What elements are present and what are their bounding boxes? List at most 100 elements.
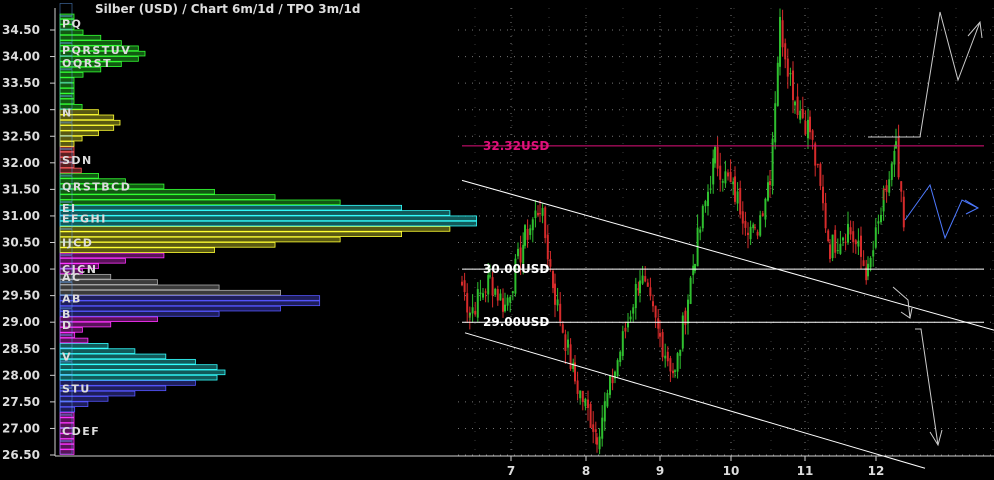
candle-body (657, 318, 660, 329)
candle-body (556, 299, 559, 306)
candle-body (482, 293, 484, 298)
candle-body (874, 227, 877, 248)
candle-body (669, 358, 672, 372)
tpo-profile-row (59, 199, 341, 206)
tpo-letter-row: N (62, 106, 73, 119)
candle-body (764, 198, 767, 220)
y-tick-label: 26.50 (2, 448, 40, 462)
candle-body (890, 163, 893, 180)
candle-body (476, 289, 479, 318)
candle-body (666, 351, 669, 362)
candle-body (729, 171, 732, 183)
candle-body (681, 315, 684, 349)
candle-body (576, 380, 579, 394)
candle-body (714, 146, 716, 164)
candle-body (506, 297, 509, 306)
tpo-letter-row: STU (62, 383, 91, 396)
candle-body (784, 43, 787, 60)
tpo-letter-row: AB (62, 292, 82, 305)
tpo-letter-row: AC (62, 271, 82, 284)
candle-body (877, 221, 880, 224)
candle-body (517, 248, 519, 257)
y-tick-label: 34.00 (2, 50, 40, 64)
candle-body (699, 229, 702, 233)
candle-body (847, 223, 849, 243)
candle-body (569, 344, 572, 369)
candle-body (849, 227, 852, 235)
candle-body (544, 207, 547, 239)
candle-body (789, 72, 792, 75)
candle-body (888, 179, 891, 193)
y-tick-label: 33.00 (2, 103, 40, 117)
y-tick-label: 31.00 (2, 209, 40, 223)
candle-body (474, 310, 477, 315)
tpo-profile-row (59, 374, 218, 381)
candle-body (531, 219, 534, 231)
candle-body (781, 20, 784, 48)
candle-body (872, 250, 875, 257)
candle-body (704, 201, 707, 207)
candle-body (634, 283, 637, 309)
tpo-profile-row (59, 194, 276, 200)
tpo-profile-row (59, 215, 477, 222)
projection-mid-arrow (904, 183, 979, 240)
candle-body (880, 215, 882, 223)
candle-body (646, 282, 649, 287)
candle-body (804, 120, 807, 135)
price-chart[interactable]: 26.50 27.00 27.50 28.00 28.50 29.00 29.50 30.00… (0, 0, 994, 480)
candle-body (869, 257, 872, 268)
candle-body (736, 191, 739, 204)
tpo-profile-row (59, 130, 99, 137)
tpo-letter-row: OQRST (62, 57, 112, 70)
candle-body (672, 370, 674, 374)
candle-body (732, 181, 735, 185)
candle-body (721, 181, 724, 183)
tpo-letter-row: QRSTBCD (62, 181, 131, 194)
y-tick-label: 34.50 (2, 23, 40, 37)
candle-body (546, 234, 549, 260)
tpo-profile-row (59, 284, 220, 291)
candle-body (819, 163, 822, 186)
candle-body (749, 226, 752, 240)
candle-body (529, 228, 532, 235)
candle-body (829, 244, 831, 260)
tpo-profile-row (59, 353, 167, 360)
candle-body (511, 291, 514, 294)
candle-body (641, 275, 644, 284)
x-tick-label: 12 (868, 464, 885, 478)
tpo-profile-row (59, 135, 83, 142)
candle-body (716, 146, 719, 169)
candle-body (794, 101, 796, 106)
candle-body (752, 224, 755, 229)
candle-body (741, 211, 744, 224)
candle-body (724, 171, 727, 184)
candle-body (883, 189, 885, 191)
tpo-letter-row: SDN (62, 154, 93, 167)
candle-body (537, 212, 539, 216)
candle-body (801, 108, 804, 118)
candle-body (734, 176, 736, 202)
price-level-label: 29.00USD (483, 315, 549, 329)
candle-body (900, 181, 903, 192)
candle-body (811, 130, 814, 140)
candle-body (664, 355, 667, 359)
tpo-profile-row (59, 252, 165, 259)
candle-body (479, 292, 482, 295)
x-tick-label: 10 (723, 464, 740, 478)
y-tick-label: 31.50 (2, 182, 40, 196)
tpo-profile-row (59, 305, 281, 312)
candle-body (694, 264, 696, 271)
candle-body (796, 96, 799, 115)
candle-body (596, 437, 598, 445)
candle-body (632, 307, 635, 314)
tpo-profile-row (59, 210, 451, 216)
candle-body (522, 244, 525, 264)
tpo-profile-row (59, 300, 321, 307)
candle-body (674, 370, 676, 372)
tpo-profile-row (59, 358, 196, 365)
candle-body (814, 143, 817, 166)
candle-body (687, 299, 689, 324)
candle-body (684, 310, 687, 325)
tpo-profile-row (59, 289, 281, 296)
candle-body (836, 250, 839, 252)
